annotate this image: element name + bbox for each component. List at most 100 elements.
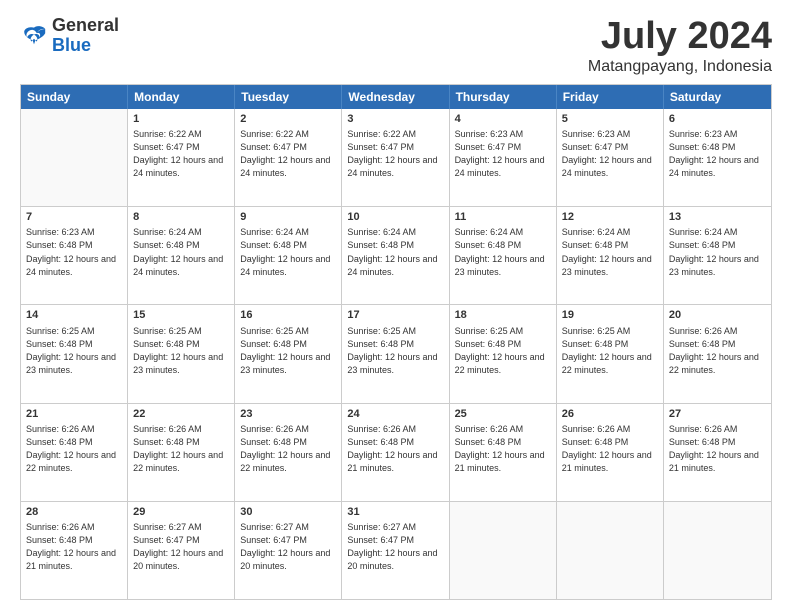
day-number: 4	[455, 112, 551, 127]
cell-info: Sunrise: 6:27 AM Sunset: 6:47 PM Dayligh…	[133, 521, 229, 573]
day-number: 29	[133, 505, 229, 520]
cell-w2-d6: 12Sunrise: 6:24 AM Sunset: 6:48 PM Dayli…	[557, 207, 664, 304]
day-number: 26	[562, 407, 658, 422]
day-number: 19	[562, 308, 658, 323]
week-5: 28Sunrise: 6:26 AM Sunset: 6:48 PM Dayli…	[21, 502, 771, 599]
cell-info: Sunrise: 6:23 AM Sunset: 6:48 PM Dayligh…	[26, 226, 122, 278]
title-block: July 2024 Matangpayang, Indonesia	[588, 16, 772, 76]
cell-w5-d4: 31Sunrise: 6:27 AM Sunset: 6:47 PM Dayli…	[342, 502, 449, 599]
cell-info: Sunrise: 6:24 AM Sunset: 6:48 PM Dayligh…	[133, 226, 229, 278]
cell-info: Sunrise: 6:25 AM Sunset: 6:48 PM Dayligh…	[240, 325, 336, 377]
title-location: Matangpayang, Indonesia	[588, 58, 772, 76]
header-wednesday: Wednesday	[342, 85, 449, 109]
day-number: 23	[240, 407, 336, 422]
cell-info: Sunrise: 6:26 AM Sunset: 6:48 PM Dayligh…	[133, 423, 229, 475]
cell-info: Sunrise: 6:24 AM Sunset: 6:48 PM Dayligh…	[240, 226, 336, 278]
cell-w1-d5: 4Sunrise: 6:23 AM Sunset: 6:47 PM Daylig…	[450, 109, 557, 206]
cell-w5-d7	[664, 502, 771, 599]
day-number: 22	[133, 407, 229, 422]
week-1: 1Sunrise: 6:22 AM Sunset: 6:47 PM Daylig…	[21, 109, 771, 207]
cell-info: Sunrise: 6:25 AM Sunset: 6:48 PM Dayligh…	[133, 325, 229, 377]
cell-info: Sunrise: 6:22 AM Sunset: 6:47 PM Dayligh…	[240, 128, 336, 180]
day-number: 8	[133, 210, 229, 225]
logo-general: General	[52, 16, 119, 36]
day-number: 9	[240, 210, 336, 225]
cell-info: Sunrise: 6:25 AM Sunset: 6:48 PM Dayligh…	[455, 325, 551, 377]
cell-info: Sunrise: 6:27 AM Sunset: 6:47 PM Dayligh…	[347, 521, 443, 573]
cell-w4-d5: 25Sunrise: 6:26 AM Sunset: 6:48 PM Dayli…	[450, 404, 557, 501]
cell-info: Sunrise: 6:26 AM Sunset: 6:48 PM Dayligh…	[240, 423, 336, 475]
cell-w1-d6: 5Sunrise: 6:23 AM Sunset: 6:47 PM Daylig…	[557, 109, 664, 206]
cell-w3-d2: 15Sunrise: 6:25 AM Sunset: 6:48 PM Dayli…	[128, 305, 235, 402]
cell-w1-d4: 3Sunrise: 6:22 AM Sunset: 6:47 PM Daylig…	[342, 109, 449, 206]
cell-info: Sunrise: 6:26 AM Sunset: 6:48 PM Dayligh…	[455, 423, 551, 475]
cell-info: Sunrise: 6:24 AM Sunset: 6:48 PM Dayligh…	[669, 226, 766, 278]
cell-w5-d1: 28Sunrise: 6:26 AM Sunset: 6:48 PM Dayli…	[21, 502, 128, 599]
cell-w2-d4: 10Sunrise: 6:24 AM Sunset: 6:48 PM Dayli…	[342, 207, 449, 304]
day-number: 2	[240, 112, 336, 127]
day-number: 13	[669, 210, 766, 225]
day-number: 31	[347, 505, 443, 520]
cell-info: Sunrise: 6:26 AM Sunset: 6:48 PM Dayligh…	[347, 423, 443, 475]
logo-bird-icon	[20, 22, 48, 50]
week-2: 7Sunrise: 6:23 AM Sunset: 6:48 PM Daylig…	[21, 207, 771, 305]
day-number: 21	[26, 407, 122, 422]
logo: General Blue	[20, 16, 119, 56]
calendar-body: 1Sunrise: 6:22 AM Sunset: 6:47 PM Daylig…	[21, 109, 771, 599]
cell-w3-d1: 14 Sunrise: 6:25 AM Sunset: 6:48 PM Dayli…	[21, 305, 128, 402]
cell-info: Sunrise: 6:23 AM Sunset: 6:48 PM Dayligh…	[669, 128, 766, 180]
cell-info: Sunrise: 6:25 AM Sunset: 6:48 PM Dayligh…	[562, 325, 658, 377]
cell-w5-d6	[557, 502, 664, 599]
cell-info: Sunrise: 6:25 AM Sunset: 6:48 PM Dayligh…	[347, 325, 443, 377]
day-number: 11	[455, 210, 551, 225]
day-number: 14	[26, 308, 122, 323]
cell-w2-d2: 8Sunrise: 6:24 AM Sunset: 6:48 PM Daylig…	[128, 207, 235, 304]
day-number: 30	[240, 505, 336, 520]
cell-info: Sunrise: 6:24 AM Sunset: 6:48 PM Dayligh…	[562, 226, 658, 278]
day-number: 6	[669, 112, 766, 127]
header-sunday: Sunday	[21, 85, 128, 109]
cell-w4-d4: 24Sunrise: 6:26 AM Sunset: 6:48 PM Dayli…	[342, 404, 449, 501]
day-number: 7	[26, 210, 122, 225]
cell-w3-d4: 17Sunrise: 6:25 AM Sunset: 6:48 PM Dayli…	[342, 305, 449, 402]
cell-w5-d5	[450, 502, 557, 599]
cell-w2-d7: 13Sunrise: 6:24 AM Sunset: 6:48 PM Dayli…	[664, 207, 771, 304]
header-thursday: Thursday	[450, 85, 557, 109]
day-number: 10	[347, 210, 443, 225]
day-number: 27	[669, 407, 766, 422]
cell-info: Sunrise: 6:26 AM Sunset: 6:48 PM Dayligh…	[562, 423, 658, 475]
cell-w4-d2: 22Sunrise: 6:26 AM Sunset: 6:48 PM Dayli…	[128, 404, 235, 501]
cell-info: Sunrise: 6:23 AM Sunset: 6:47 PM Dayligh…	[562, 128, 658, 180]
cell-w4-d7: 27Sunrise: 6:26 AM Sunset: 6:48 PM Dayli…	[664, 404, 771, 501]
cell-w1-d1	[21, 109, 128, 206]
cell-w3-d7: 20 Sunrise: 6:26 AM Sunset: 6:48 PM Dayli…	[664, 305, 771, 402]
cell-w3-d5: 18Sunrise: 6:25 AM Sunset: 6:48 PM Dayli…	[450, 305, 557, 402]
cell-info: Sunrise: 6:22 AM Sunset: 6:47 PM Dayligh…	[133, 128, 229, 180]
cell-w5-d2: 29Sunrise: 6:27 AM Sunset: 6:47 PM Dayli…	[128, 502, 235, 599]
cell-info: Sunrise: 6:24 AM Sunset: 6:48 PM Dayligh…	[347, 226, 443, 278]
cell-info: Sunrise: 6:25 AM Sunset: 6:48 PM Dayligh…	[26, 325, 122, 377]
cell-info: Sunrise: 6:23 AM Sunset: 6:47 PM Dayligh…	[455, 128, 551, 180]
week-3: 14 Sunrise: 6:25 AM Sunset: 6:48 PM Dayli…	[21, 305, 771, 403]
cell-w3-d6: 19 Sunrise: 6:25 AM Sunset: 6:48 PM Dayli…	[557, 305, 664, 402]
cell-w2-d1: 7Sunrise: 6:23 AM Sunset: 6:48 PM Daylig…	[21, 207, 128, 304]
cell-info: Sunrise: 6:22 AM Sunset: 6:47 PM Dayligh…	[347, 128, 443, 180]
cell-w3-d3: 16 Sunrise: 6:25 AM Sunset: 6:48 PM Dayli…	[235, 305, 342, 402]
day-number: 16	[240, 308, 336, 323]
header-tuesday: Tuesday	[235, 85, 342, 109]
cell-w2-d5: 11Sunrise: 6:24 AM Sunset: 6:48 PM Dayli…	[450, 207, 557, 304]
cell-w1-d2: 1Sunrise: 6:22 AM Sunset: 6:47 PM Daylig…	[128, 109, 235, 206]
day-number: 24	[347, 407, 443, 422]
week-4: 21 Sunrise: 6:26 AM Sunset: 6:48 PM Dayli…	[21, 404, 771, 502]
cell-w1-d3: 2Sunrise: 6:22 AM Sunset: 6:47 PM Daylig…	[235, 109, 342, 206]
cell-w4-d6: 26Sunrise: 6:26 AM Sunset: 6:48 PM Dayli…	[557, 404, 664, 501]
cell-info: Sunrise: 6:26 AM Sunset: 6:48 PM Dayligh…	[26, 521, 122, 573]
cell-info: Sunrise: 6:26 AM Sunset: 6:48 PM Dayligh…	[669, 325, 766, 377]
header-monday: Monday	[128, 85, 235, 109]
day-number: 20	[669, 308, 766, 323]
day-number: 25	[455, 407, 551, 422]
logo-blue: Blue	[52, 36, 119, 56]
cell-w4-d1: 21Sunrise: 6:26 AM Sunset: 6:48 PM Dayli…	[21, 404, 128, 501]
cell-w1-d7: 6Sunrise: 6:23 AM Sunset: 6:48 PM Daylig…	[664, 109, 771, 206]
header: General Blue July 2024 Matangpayang, Ind…	[20, 16, 772, 76]
